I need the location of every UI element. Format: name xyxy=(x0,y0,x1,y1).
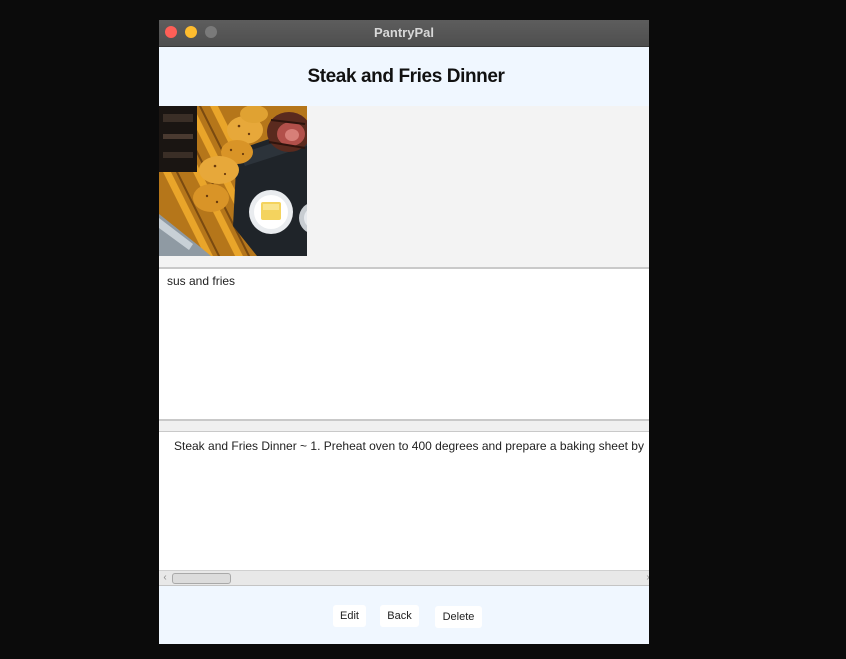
scrollbar-thumb[interactable] xyxy=(172,573,231,584)
scroll-right-icon[interactable]: › xyxy=(643,571,649,585)
recipe-image-panel xyxy=(159,106,649,269)
back-button[interactable]: Back xyxy=(380,605,419,627)
recipe-header: Steak and Fries Dinner xyxy=(159,47,649,106)
instructions-text-area[interactable]: Steak and Fries Dinner ~ 1. Preheat oven… xyxy=(159,432,649,570)
horizontal-scrollbar[interactable]: ‹ › xyxy=(159,570,649,586)
recipe-title: Steak and Fries Dinner xyxy=(307,66,505,87)
window-title: PantryPal xyxy=(374,25,434,40)
recipe-description: sus and fries xyxy=(167,274,236,288)
edit-button[interactable]: Edit xyxy=(333,605,366,627)
description-text-area[interactable]: sus and fries xyxy=(159,269,649,421)
app-window: PantryPal Steak and Fries Dinner sus and… xyxy=(159,20,649,644)
delete-button[interactable]: Delete xyxy=(435,606,482,628)
action-footer: Edit Back Delete xyxy=(159,586,649,644)
panel-divider xyxy=(159,421,649,432)
recipe-photo xyxy=(159,106,307,256)
recipe-instructions: Steak and Fries Dinner ~ 1. Preheat oven… xyxy=(174,439,644,453)
scroll-left-icon[interactable]: ‹ xyxy=(160,571,170,585)
title-bar[interactable]: PantryPal xyxy=(159,20,649,47)
